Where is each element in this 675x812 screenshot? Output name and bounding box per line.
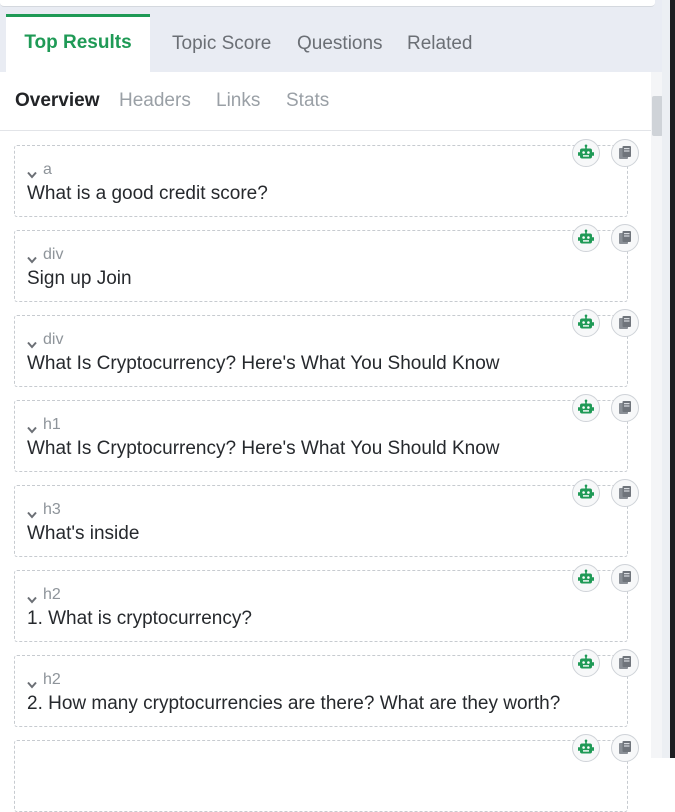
copy-icon[interactable]	[611, 649, 639, 677]
chevron-down-icon	[27, 591, 37, 604]
tab-related[interactable]: Related	[407, 16, 473, 72]
robot-icon[interactable]	[572, 224, 600, 252]
subtab-links[interactable]: Links	[216, 90, 260, 112]
element-tag-label: h1	[43, 416, 61, 433]
tab-top-results[interactable]: Top Results	[6, 14, 150, 72]
tab-topic-score[interactable]: Topic Score	[172, 16, 271, 72]
subtab-overview[interactable]: Overview	[15, 90, 100, 112]
window-border	[670, 0, 675, 758]
chevron-down-icon	[27, 336, 37, 349]
element-tag-label: h2	[43, 586, 61, 603]
copy-icon[interactable]	[611, 139, 639, 167]
result-card[interactable]: div What Is Cryptocurrency? Here's What Y…	[14, 315, 628, 387]
element-text: What is a good credit score?	[27, 183, 268, 204]
result-card[interactable]: h2 1. What is cryptocurrency?	[14, 570, 628, 642]
chevron-down-icon	[27, 676, 37, 689]
result-card[interactable]: h2 2. How many cryptocurrencies are there…	[14, 655, 628, 727]
element-tag-label: div	[43, 331, 64, 348]
subtab-headers[interactable]: Headers	[119, 90, 191, 112]
chevron-down-icon	[27, 506, 37, 519]
robot-icon[interactable]	[572, 139, 600, 167]
sub-tab-bar: Overview Headers Links Stats	[0, 72, 651, 131]
element-tag-toggle[interactable]: h3	[27, 501, 61, 519]
element-tag-label: h3	[43, 501, 61, 518]
robot-icon[interactable]	[572, 394, 600, 422]
element-tag-toggle[interactable]: a	[27, 161, 52, 179]
element-tag-toggle[interactable]: h1	[27, 416, 61, 434]
chevron-down-icon	[27, 166, 37, 179]
robot-icon[interactable]	[572, 649, 600, 677]
copy-icon[interactable]	[611, 564, 639, 592]
element-tag-toggle[interactable]: h2	[27, 586, 61, 604]
element-tag-label: div	[43, 246, 64, 263]
result-card[interactable]: div Sign up Join	[14, 230, 628, 302]
robot-icon[interactable]	[572, 564, 600, 592]
element-tag-toggle[interactable]: div	[27, 331, 63, 349]
robot-icon[interactable]	[572, 309, 600, 337]
result-card[interactable]: h3 What's inside	[14, 485, 628, 557]
element-text: Sign up Join	[27, 268, 132, 289]
element-text: What Is Cryptocurrency? Here's What You …	[27, 353, 500, 374]
copy-icon[interactable]	[611, 394, 639, 422]
copy-icon[interactable]	[611, 309, 639, 337]
result-card[interactable]: a What is a good credit score?	[14, 145, 628, 217]
copy-icon[interactable]	[611, 479, 639, 507]
element-tag-toggle[interactable]: div	[27, 246, 63, 264]
element-tag-label: h2	[43, 671, 61, 688]
result-card[interactable]: h1 What Is Cryptocurrency? Here's What Yo…	[14, 400, 628, 472]
robot-icon[interactable]	[572, 479, 600, 507]
element-text: 1. What is cryptocurrency?	[27, 608, 252, 629]
tab-questions[interactable]: Questions	[297, 16, 383, 72]
element-text: What's inside	[27, 523, 140, 544]
top-tab-bar: Top Results Topic Score Questions Relate…	[0, 0, 662, 72]
chevron-down-icon	[27, 421, 37, 434]
copy-icon[interactable]	[611, 224, 639, 252]
element-tag-label: a	[43, 161, 52, 178]
search-bar-edge[interactable]	[0, 0, 655, 7]
element-tag-toggle[interactable]: h2	[27, 671, 61, 689]
element-text: What Is Cryptocurrency? Here's What You …	[27, 438, 500, 459]
element-text: 2. How many cryptocurrencies are there? …	[27, 693, 561, 714]
chevron-down-icon	[27, 251, 37, 264]
subtab-stats[interactable]: Stats	[286, 90, 329, 112]
result-card[interactable]	[14, 740, 628, 812]
